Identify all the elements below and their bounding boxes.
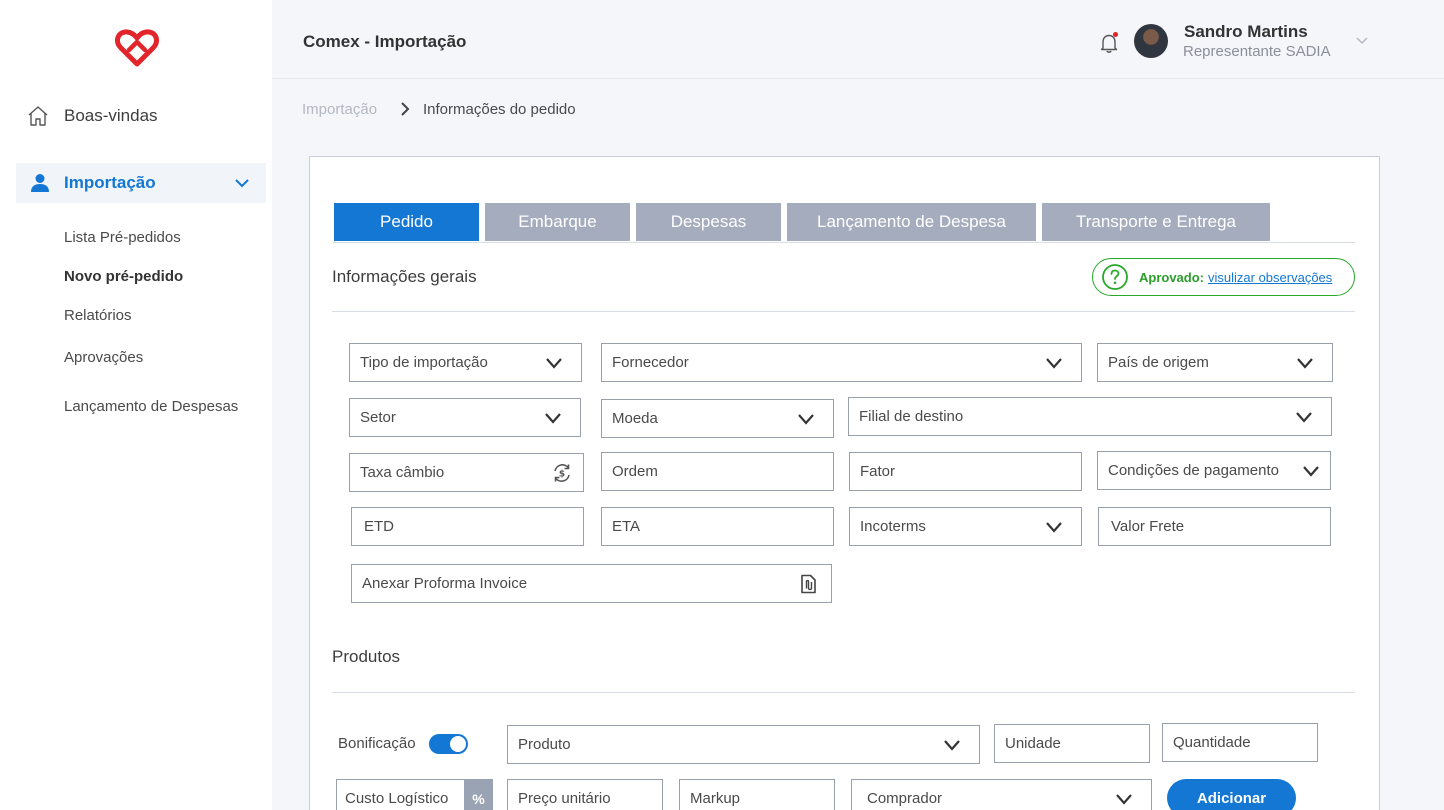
sidebar-item-label: Importação	[64, 173, 156, 192]
filial-destino-select[interactable]: Filial de destino	[848, 397, 1332, 436]
chevron-down-icon[interactable]	[1354, 32, 1370, 48]
field-label: Markup	[690, 790, 741, 807]
field-label: País de origem	[1108, 354, 1209, 371]
field-label: Setor	[360, 409, 396, 426]
field-label: Condições de pagamento	[1108, 462, 1279, 479]
view-observations-link[interactable]: visulizar observações	[1208, 270, 1332, 285]
chevron-down-icon	[235, 179, 249, 188]
field-label: Incoterms	[860, 518, 926, 535]
chevron-down-icon	[1296, 412, 1312, 423]
status-badge[interactable]: Aprovado: visulizar observações	[1092, 258, 1355, 296]
fornecedor-select[interactable]: Fornecedor	[601, 343, 1082, 382]
sidebar-item-importacao[interactable]: Importação	[16, 163, 266, 203]
user-name: Sandro Martins	[1184, 22, 1308, 41]
comprador-select[interactable]: Comprador	[851, 779, 1152, 810]
field-label: ETD	[364, 518, 394, 535]
condicoes-pagamento-select[interactable]: Condições de pagamento	[1097, 451, 1331, 490]
sidebar-item-home[interactable]: Boas-vindas	[26, 104, 158, 128]
bonificacao-toggle[interactable]	[429, 734, 468, 754]
chevron-down-icon	[1046, 358, 1062, 369]
field-label: Tipo de importação	[360, 354, 488, 371]
chevron-down-icon	[798, 414, 814, 425]
field-label: Moeda	[612, 410, 658, 427]
chevron-down-icon	[1046, 522, 1062, 533]
notification-dot	[1113, 32, 1118, 37]
breadcrumb-current: Informações do pedido	[423, 101, 576, 118]
tab-despesas[interactable]: Despesas	[636, 203, 781, 241]
status-label: Aprovado:	[1139, 269, 1204, 285]
tabs-divider	[333, 242, 1355, 243]
home-icon	[28, 106, 48, 126]
svg-text:$: $	[559, 470, 565, 480]
tipo-importacao-select[interactable]: Tipo de importação	[349, 343, 582, 382]
field-label: Valor Frete	[1111, 518, 1185, 535]
field-label: Produto	[518, 736, 571, 753]
taxa-cambio-field[interactable]: Taxa câmbio $	[349, 453, 584, 492]
top-header: Comex - Importação Sandro Martins Repres…	[272, 6, 1444, 79]
produto-select[interactable]: Produto	[507, 725, 980, 764]
field-label: Fornecedor	[612, 354, 689, 371]
fator-field[interactable]: Fator	[849, 452, 1082, 491]
products-title: Produtos	[332, 647, 401, 666]
user-icon	[31, 174, 49, 192]
chevron-down-icon	[1116, 794, 1132, 805]
sidebar-subitem-lista[interactable]: Lista Pré-pedidos	[64, 229, 181, 246]
incoterms-select[interactable]: Incoterms	[849, 507, 1082, 546]
field-label: ETA	[612, 518, 641, 535]
general-info-title: Informações gerais	[332, 267, 477, 286]
field-label: Preço unitário	[518, 790, 611, 807]
tab-embarque[interactable]: Embarque	[485, 203, 630, 241]
field-label: Comprador	[867, 790, 943, 807]
eta-field[interactable]: ETA	[601, 507, 834, 546]
chevron-down-icon	[545, 413, 561, 424]
add-product-button[interactable]: Adicionar	[1167, 779, 1296, 810]
section-divider	[332, 311, 1355, 312]
field-label: Quantidade	[1173, 734, 1251, 751]
sidebar-subitem-relatorios[interactable]: Relatórios	[64, 307, 132, 324]
field-label: Fator	[860, 463, 896, 480]
unidade-field[interactable]: Unidade	[994, 724, 1150, 763]
markup-field[interactable]: Markup	[679, 779, 835, 810]
setor-select[interactable]: Setor	[349, 398, 581, 437]
bonificacao-label: Bonificação	[338, 735, 416, 752]
tab-lancamento-despesa[interactable]: Lançamento de Despesa	[787, 203, 1036, 241]
sidebar: Boas-vindas Importação Lista Pré-pedidos…	[0, 0, 272, 810]
moeda-select[interactable]: Moeda	[601, 399, 834, 438]
ordem-field[interactable]: Ordem	[601, 452, 834, 491]
tab-transporte-entrega[interactable]: Transporte e Entrega	[1042, 203, 1270, 241]
chevron-down-icon	[944, 740, 960, 751]
tab-pedido[interactable]: Pedido	[334, 203, 479, 241]
help-circle-icon	[1102, 264, 1128, 290]
field-label: Unidade	[1005, 735, 1061, 752]
chevron-down-icon	[546, 358, 562, 369]
toggle-knob	[450, 736, 466, 752]
valor-frete-field[interactable]: Valor Frete	[1098, 507, 1331, 546]
user-role: Representante SADIA	[1183, 43, 1331, 60]
page-app-title: Comex - Importação	[303, 32, 467, 51]
pais-origem-select[interactable]: País de origem	[1097, 343, 1333, 382]
preco-unitario-field[interactable]: Preço unitário	[507, 779, 663, 810]
breadcrumb-parent[interactable]: Importação	[302, 101, 377, 118]
proforma-invoice-upload[interactable]: Anexar Proforma Invoice	[351, 564, 832, 603]
currency-refresh-icon[interactable]: $	[551, 462, 573, 484]
sidebar-subitem-lancamento[interactable]: Lançamento de Despesas	[64, 398, 238, 415]
avatar[interactable]	[1134, 24, 1168, 58]
chevron-right-icon	[401, 102, 410, 116]
field-label: Anexar Proforma Invoice	[362, 575, 528, 592]
attachment-icon[interactable]	[797, 573, 819, 595]
section-divider	[332, 692, 1355, 693]
logo-heart-icon[interactable]	[113, 28, 161, 68]
sidebar-subitem-aprovacoes[interactable]: Aprovações	[64, 349, 143, 366]
field-label: Custo Logístico	[345, 790, 449, 807]
field-label: Ordem	[612, 463, 658, 480]
sidebar-subitem-novo[interactable]: Novo pré-pedido	[64, 268, 183, 285]
field-label: Taxa câmbio	[360, 464, 445, 481]
etd-field[interactable]: ETD	[351, 507, 584, 546]
percent-suffix: %	[464, 779, 493, 810]
field-label: Filial de destino	[859, 408, 964, 425]
sidebar-item-label: Boas-vindas	[64, 106, 158, 125]
chevron-down-icon	[1303, 466, 1319, 477]
quantidade-field[interactable]: Quantidade	[1162, 723, 1318, 762]
chevron-down-icon	[1297, 358, 1313, 369]
